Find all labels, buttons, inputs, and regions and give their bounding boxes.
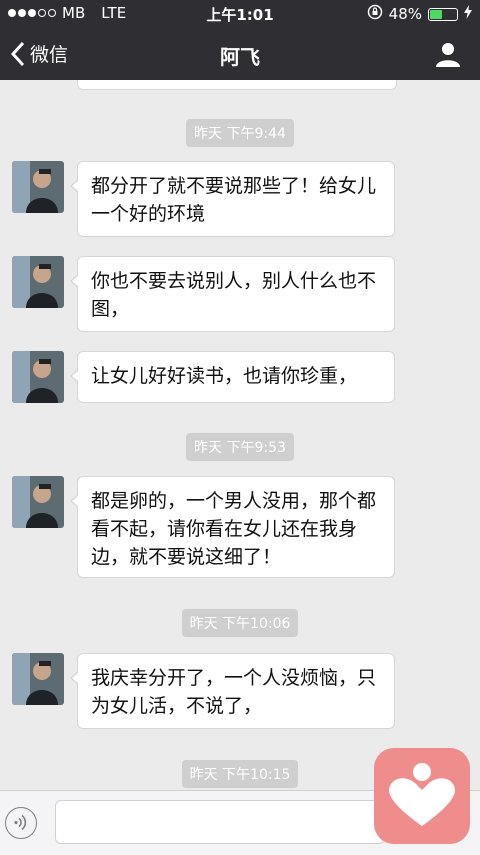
status-bar: MB LTE 上午1:01 48% [0, 0, 480, 28]
battery-percent: 48% [388, 5, 422, 23]
message-bubble[interactable]: 你也不要去说别人，别人什么也不图， [70, 256, 395, 332]
message-bubble[interactable]: 都分开了就不要说那些了！给女儿一个好的环境 [70, 161, 395, 237]
message-text: 都分开了就不要说那些了！给女儿一个好的环境 [91, 175, 377, 225]
navigation-bar: 微信 阿飞 [0, 28, 480, 80]
message-bubble[interactable]: 我庆幸分开了，一个人没烦恼，只为女儿活，不说了， [70, 653, 395, 729]
chat-area[interactable]: 昨天 下午9:44 都分开了就不要说那些了！给女儿一个好的环境 你也不要去说别人… [0, 80, 480, 790]
avatar[interactable] [12, 476, 64, 528]
rotation-lock-icon [367, 4, 383, 24]
charging-icon [464, 5, 472, 23]
timestamp: 昨天 下午10:06 [0, 609, 480, 637]
person-icon [436, 43, 460, 67]
voice-icon [14, 814, 27, 831]
message-bubble[interactable]: 让女儿好好读书，也请你珍重， [70, 351, 395, 403]
message-text: 都是卵的，一个男人没用，那个都看不起，请你看在女儿还在我身边，就不要说这细了！ [91, 490, 377, 568]
battery-icon [428, 7, 458, 21]
timestamp: 昨天 下午9:53 [0, 433, 480, 461]
message-text: 我庆幸分开了，一个人没烦恼，只为女儿活，不说了， [91, 667, 377, 717]
message-text: 你也不要去说别人，别人什么也不图， [91, 270, 377, 320]
chat-title: 阿飞 [220, 45, 260, 69]
message-text: 让女儿好好读书，也请你珍重， [91, 365, 358, 387]
avatar[interactable] [12, 256, 64, 308]
voice-input-button[interactable] [5, 807, 37, 839]
timestamp: 昨天 下午9:44 [0, 119, 480, 147]
status-right: 48% [367, 4, 472, 24]
floating-app-icon[interactable] [374, 748, 470, 844]
avatar[interactable] [12, 161, 64, 213]
profile-button[interactable] [434, 40, 462, 68]
avatar[interactable] [12, 653, 64, 705]
message-input[interactable] [55, 800, 385, 844]
previous-message-bubble [77, 80, 397, 90]
avatar[interactable] [12, 351, 64, 403]
heart-person-icon [389, 763, 455, 826]
message-bubble[interactable]: 都是卵的，一个男人没用，那个都看不起，请你看在女儿还在我身边，就不要说这细了！ [70, 476, 395, 578]
